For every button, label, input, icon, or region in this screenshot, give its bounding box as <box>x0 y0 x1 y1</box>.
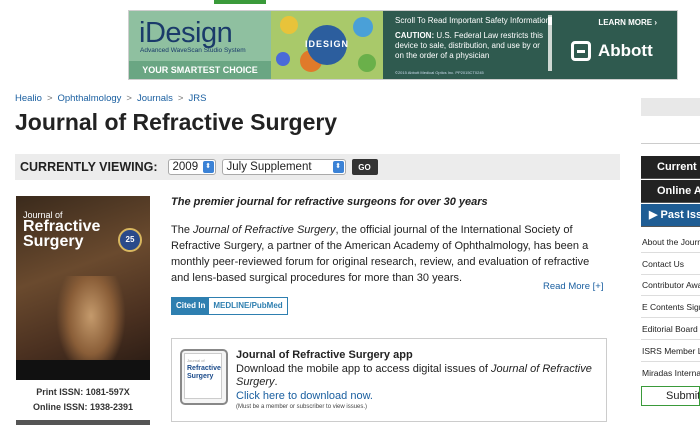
app-promo-box: Journal of Refractive Surgery Journal of… <box>171 338 607 422</box>
ad-brand-panel: iDesign Advanced WaveScan Studio System … <box>129 11 271 79</box>
sidebar-link-econtents[interactable]: E Contents Sign-Up <box>641 302 700 312</box>
sidebar-link-awards[interactable]: Contributor Awards <box>641 280 700 290</box>
cited-in-label: Cited In <box>172 298 210 314</box>
app-download-link[interactable]: Click here to download now. <box>236 390 373 402</box>
go-button[interactable]: GO <box>351 159 378 175</box>
online-issn: Online ISSN: 1938-2391 <box>32 402 134 412</box>
cover-anniversary-badge: 25 <box>118 228 142 252</box>
ad-gear-graphic: IDESIGN <box>271 11 383 79</box>
online-ahead-button[interactable]: Online Ahead of Print <box>641 180 700 203</box>
chevron-down-icon: ⬍ <box>332 161 344 173</box>
sidebar-separator <box>641 317 700 318</box>
app-note: (Must be a member or subscriber to view … <box>236 404 368 410</box>
submit-button[interactable]: Submit <box>641 386 700 406</box>
sidebar-separator <box>641 274 700 275</box>
breadcrumb-journals[interactable]: Journals <box>137 93 173 104</box>
print-issn: Print ISSN: 1081-597X <box>36 387 130 397</box>
breadcrumb: Healio > Ophthalmology > Journals > JRS <box>15 93 207 104</box>
app-title: Journal of Refractive Surgery app <box>236 349 413 361</box>
ad-caution: CAUTION: U.S. Federal Law restricts this… <box>395 31 544 60</box>
read-more-link[interactable]: Read More [+] <box>543 281 603 292</box>
ad-subtitle: Advanced WaveScan Studio System <box>140 47 246 54</box>
sidebar-link-editorial[interactable]: Editorial Board <box>641 324 700 334</box>
past-issues-button[interactable]: ▶ Past Issues <box>641 204 700 227</box>
cited-in-value: MEDLINE/PubMed <box>213 301 283 310</box>
sidebar-link-about[interactable]: About the Journal <box>641 237 700 247</box>
breadcrumb-healio[interactable]: Healio <box>15 93 42 104</box>
breadcrumb-jrs[interactable]: JRS <box>188 93 206 104</box>
sidebar-separator <box>641 339 700 340</box>
abbott-logo-icon <box>571 41 591 61</box>
sidebar-separator <box>641 361 700 362</box>
caret-right-icon: ▶ <box>649 209 661 221</box>
sidebar-top-block <box>641 98 700 116</box>
breadcrumb-ophthalmology[interactable]: Ophthalmology <box>58 93 122 104</box>
sidebar-link-isrs-login[interactable]: ISRS Member Login <box>641 346 700 356</box>
ad-middle-word: IDESIGN <box>305 39 350 49</box>
sidebar-link-miradas[interactable]: Miradas Internacionales <box>641 368 700 378</box>
ad-scrollbar[interactable] <box>548 15 552 71</box>
advertisement-banner[interactable]: iDesign Advanced WaveScan Studio System … <box>128 10 678 80</box>
cited-in-badge[interactable]: Cited In MEDLINE/PubMed <box>171 297 288 315</box>
ad-learn-more-link[interactable]: LEARN MORE › <box>598 18 657 27</box>
year-select[interactable]: 2009 ⬍ <box>167 159 216 175</box>
cover-title: Refractive Surgery <box>23 218 101 250</box>
journal-cover-image[interactable]: Journal of Refractive Surgery 25 <box>16 196 150 380</box>
journal-tagline: The premier journal for refractive surge… <box>171 196 488 208</box>
app-description: Download the mobile app to access digita… <box>236 363 592 388</box>
ad-brand: iDesign <box>139 17 233 49</box>
app-phone-icon[interactable]: Journal of Refractive Surgery <box>180 349 228 405</box>
sidebar-separator <box>641 252 700 253</box>
sidebar-divider <box>641 143 700 144</box>
issue-selector-bar: CURRENTLY VIEWING: 2009 ⬍ July Supplement… <box>15 154 620 180</box>
currently-viewing-label: CURRENTLY VIEWING: <box>20 160 158 174</box>
ad-tagline: YOUR SMARTEST CHOICE <box>129 61 271 79</box>
top-accent-bar <box>214 0 266 4</box>
chevron-down-icon: ⬍ <box>202 161 214 173</box>
ad-scroll-text: Scroll To Read Important Safety Informat… <box>395 16 551 25</box>
cover-footer <box>16 360 150 380</box>
ad-fine-print: ©2015 Abbott Medical Optics Inc. PP2015C… <box>395 70 484 75</box>
issue-select[interactable]: July Supplement ⬍ <box>221 159 346 175</box>
journal-description: The Journal of Refractive Surgery, the o… <box>171 224 590 284</box>
ad-safety-panel: Scroll To Read Important Safety Informat… <box>383 11 677 79</box>
current-issue-button[interactable]: Current Issue <box>641 156 700 179</box>
cover-bottom-bar <box>16 420 150 425</box>
page-title: Journal of Refractive Surgery <box>15 109 338 135</box>
sidebar-separator <box>641 295 700 296</box>
sidebar-link-contact[interactable]: Contact Us <box>641 259 700 269</box>
ad-sponsor-logo: Abbott <box>571 41 653 61</box>
